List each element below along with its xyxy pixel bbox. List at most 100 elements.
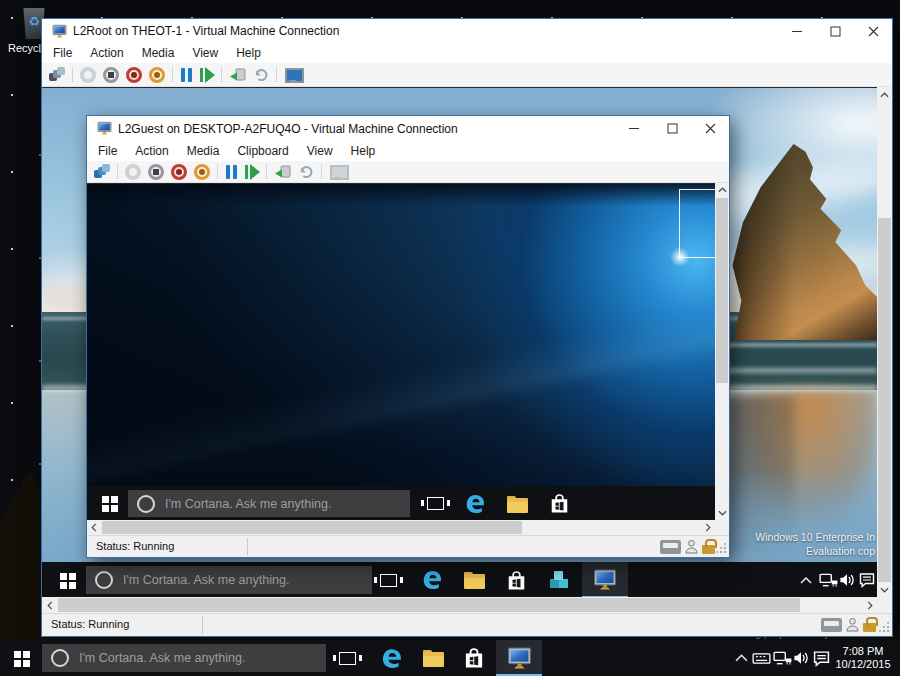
menu-media[interactable]: Media	[133, 46, 184, 60]
turn-off-icon[interactable]	[103, 67, 119, 83]
hyperv-manager-button[interactable]	[538, 562, 580, 598]
scroll-thumb[interactable]	[878, 218, 891, 582]
l2guest-titlebar[interactable]: L2Guest on DESKTOP-A2FUQ4O - Virtual Mac…	[87, 116, 729, 141]
start-button[interactable]	[0, 640, 42, 676]
l2guest-vertical-scrollbar[interactable]	[715, 183, 729, 520]
task-view-icon	[427, 497, 444, 510]
menu-file[interactable]: File	[44, 46, 81, 60]
scroll-up-arrow[interactable]	[877, 87, 892, 102]
hidden-icons-chevron[interactable]	[798, 562, 814, 598]
maximize-button[interactable]	[816, 19, 854, 43]
scroll-right-arrow[interactable]	[862, 597, 877, 613]
resume-icon[interactable]	[245, 164, 259, 180]
windows-logo-icon	[14, 651, 21, 658]
save-vm-icon[interactable]	[194, 164, 210, 180]
network-icon[interactable]	[772, 640, 792, 676]
store-icon	[549, 493, 570, 514]
vmconnect-taskbar-button[interactable]	[496, 640, 542, 676]
scroll-thumb[interactable]	[102, 521, 522, 534]
checkpoint-icon[interactable]	[274, 164, 291, 180]
vmconnect-taskbar-button[interactable]	[582, 562, 628, 598]
menu-file[interactable]: File	[89, 144, 126, 158]
revert-icon[interactable]	[253, 67, 269, 83]
file-explorer-button[interactable]	[412, 640, 454, 676]
scroll-down-arrow[interactable]	[715, 506, 729, 520]
store-icon	[463, 647, 485, 669]
edge-button[interactable]	[455, 486, 495, 521]
task-view-button[interactable]	[370, 562, 406, 598]
scroll-left-arrow[interactable]	[87, 520, 101, 535]
touch-keyboard-icon[interactable]	[752, 640, 771, 676]
toolbar-separator	[217, 164, 218, 179]
menu-view[interactable]: View	[183, 46, 227, 60]
store-button[interactable]	[496, 562, 536, 598]
minimize-button[interactable]	[778, 19, 816, 43]
store-button[interactable]	[539, 486, 579, 521]
scroll-thumb[interactable]	[716, 198, 728, 383]
task-view-button[interactable]	[417, 486, 453, 521]
revert-icon[interactable]	[298, 164, 314, 180]
edge-icon	[463, 492, 487, 516]
volume-icon[interactable]	[792, 640, 810, 676]
file-explorer-button[interactable]	[497, 486, 537, 521]
hidden-icons-chevron[interactable]	[732, 640, 750, 676]
cortana-search-box[interactable]: I'm Cortana. Ask me anything.	[86, 566, 372, 594]
close-button[interactable]	[854, 19, 892, 43]
scroll-right-arrow[interactable]	[701, 520, 715, 535]
resize-grip[interactable]	[887, 630, 889, 632]
edge-button[interactable]	[370, 640, 412, 676]
enhanced-session-icon[interactable]	[284, 67, 302, 83]
start-vm-icon[interactable]	[80, 67, 96, 83]
checkpoint-icon[interactable]	[229, 67, 246, 83]
pause-icon[interactable]	[225, 164, 238, 180]
pause-icon[interactable]	[180, 67, 193, 83]
vmconnect-icon	[507, 646, 532, 671]
volume-icon[interactable]	[838, 562, 856, 598]
cortana-icon	[95, 571, 113, 589]
taskbar-clock[interactable]: 7:08 PM 10/12/2015	[832, 640, 894, 676]
shut-down-icon[interactable]	[171, 164, 187, 180]
enhanced-session-icon[interactable]	[329, 164, 347, 180]
start-button[interactable]	[93, 486, 125, 521]
store-button[interactable]	[454, 640, 494, 676]
l2guest-guest-screen[interactable]: I'm Cortana. Ask me anything.	[87, 183, 715, 520]
menu-action[interactable]: Action	[81, 46, 132, 60]
scroll-thumb[interactable]	[58, 598, 800, 612]
action-center-icon[interactable]	[812, 640, 831, 676]
menu-media[interactable]: Media	[178, 144, 229, 158]
scroll-up-arrow[interactable]	[715, 183, 729, 197]
l2root-horizontal-scrollbar[interactable]	[42, 597, 877, 613]
edge-button[interactable]	[412, 562, 452, 598]
ctrl-alt-delete-icon[interactable]	[94, 164, 110, 180]
network-icon[interactable]	[818, 562, 838, 598]
menu-view[interactable]: View	[298, 144, 342, 158]
scroll-down-arrow[interactable]	[877, 582, 892, 597]
resume-icon[interactable]	[200, 67, 214, 83]
menu-help[interactable]: Help	[342, 144, 385, 158]
shut-down-icon[interactable]	[126, 67, 142, 83]
l2guest-horizontal-scrollbar[interactable]	[87, 520, 715, 535]
menu-action[interactable]: Action	[126, 144, 177, 158]
toolbar-separator	[276, 67, 277, 82]
edge-icon	[420, 568, 444, 592]
resize-grip[interactable]	[724, 551, 726, 553]
turn-off-icon[interactable]	[148, 164, 164, 180]
task-view-button[interactable]	[328, 640, 366, 676]
cortana-search-box[interactable]: I'm Cortana. Ask me anything.	[42, 644, 326, 672]
menu-help[interactable]: Help	[227, 46, 270, 60]
file-explorer-button[interactable]	[454, 562, 494, 598]
vmconnect-window-l2guest: L2Guest on DESKTOP-A2FUQ4O - Virtual Mac…	[86, 115, 730, 558]
start-vm-icon[interactable]	[125, 164, 141, 180]
l2root-vertical-scrollbar[interactable]	[877, 87, 892, 597]
maximize-button[interactable]	[653, 116, 691, 141]
menu-clipboard[interactable]: Clipboard	[228, 144, 297, 158]
action-center-icon[interactable]	[858, 562, 876, 598]
ctrl-alt-delete-icon[interactable]	[49, 67, 65, 83]
scroll-left-arrow[interactable]	[42, 597, 57, 613]
minimize-button[interactable]	[615, 116, 653, 141]
start-button[interactable]	[50, 562, 84, 598]
save-vm-icon[interactable]	[149, 67, 165, 83]
close-button[interactable]	[691, 116, 729, 141]
cortana-search-box[interactable]: I'm Cortana. Ask me anything.	[128, 490, 410, 517]
l2root-titlebar[interactable]: L2Root on THEOT-1 - Virtual Machine Conn…	[42, 19, 892, 43]
